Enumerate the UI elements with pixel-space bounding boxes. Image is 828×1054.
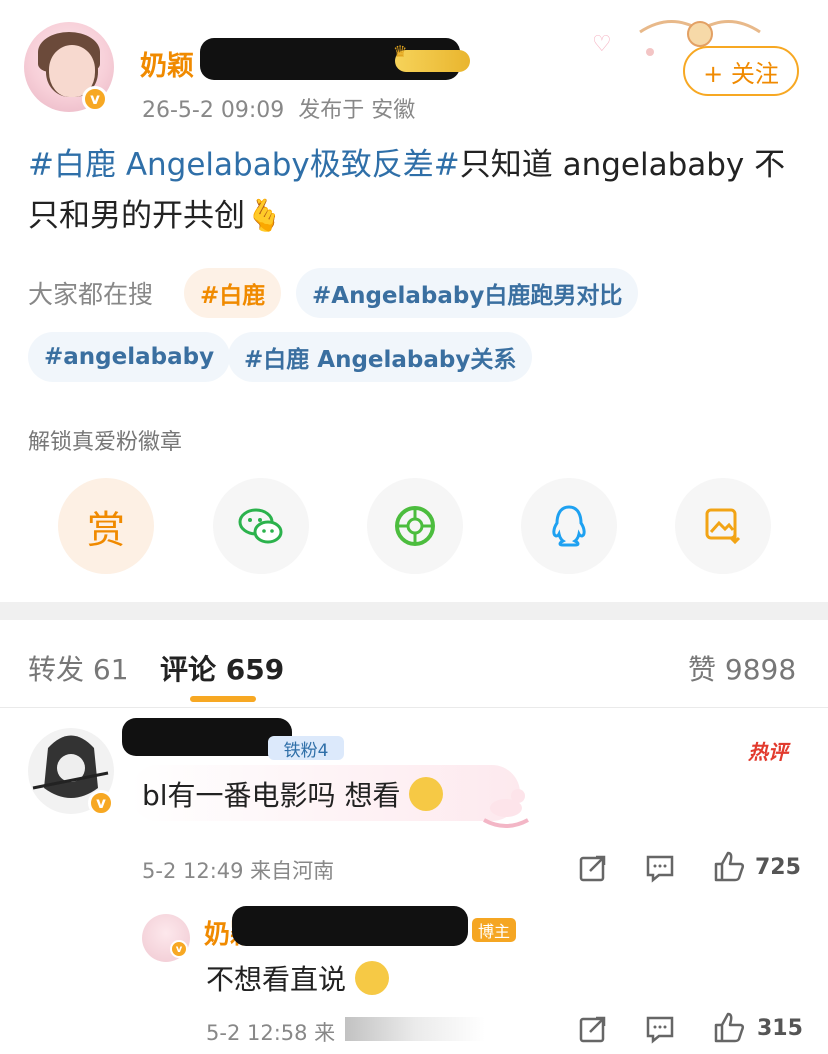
blurred-text-overlay <box>345 1017 485 1041</box>
author-name[interactable]: 奶颖 <box>140 44 194 83</box>
share-moments-button[interactable] <box>367 478 463 574</box>
reply-icon[interactable] <box>645 1014 675 1044</box>
trending-search-label: 大家都在搜 <box>28 280 154 309</box>
crying-face-emoji <box>354 961 389 995</box>
verified-badge: v <box>170 940 188 958</box>
topic-tag-link[interactable]: #白鹿 Angelababy极致反差# <box>28 147 460 183</box>
reward-button[interactable]: 赏 <box>58 478 154 574</box>
search-chip[interactable]: #angelababy <box>28 332 231 382</box>
repost-icon[interactable] <box>578 1014 608 1044</box>
fan-level-badge: 铁粉4 <box>268 736 344 761</box>
unlock-fan-badge-link[interactable]: 解锁真爱粉徽章 <box>28 424 182 456</box>
follow-button[interactable]: + 关注 <box>683 46 799 96</box>
redaction-mark <box>122 718 292 756</box>
verified-badge: v <box>82 86 108 112</box>
post-location: 发布于 安徽 <box>298 98 416 123</box>
post-body: #白鹿 Angelababy极致反差#只知道 angelababy 不只和男的开… <box>28 140 808 242</box>
comment-meta: 5-2 12:49 来自河南 <box>142 859 335 883</box>
finger-heart-emoji: 🫰 <box>245 198 284 234</box>
like-count: 725 <box>755 855 801 880</box>
share-wechat-button[interactable] <box>213 478 309 574</box>
like-count: 315 <box>757 1016 803 1041</box>
moments-icon <box>395 506 435 546</box>
reply-text: 不想看直说 <box>206 958 389 998</box>
like-icon[interactable] <box>712 1011 746 1045</box>
rocking-horse-decoration-icon <box>483 789 529 828</box>
tab-divider <box>0 707 828 708</box>
tab-likes[interactable]: 赞 9898 <box>688 648 796 688</box>
qq-icon <box>552 505 586 547</box>
pleading-face-emoji <box>409 777 444 811</box>
search-chip[interactable]: #Angelababy白鹿跑男对比 <box>296 268 639 318</box>
post-timestamp: 26-5-2 09:09 <box>142 98 285 123</box>
save-image-icon <box>705 508 741 545</box>
search-chip[interactable]: #白鹿 <box>184 268 282 318</box>
heart-decoration-icon: ♡ <box>592 32 612 57</box>
tab-repost[interactable]: 转发 61 <box>28 648 129 688</box>
reply-icon[interactable] <box>645 853 675 883</box>
post-meta: 26-5-2 09:09 发布于 安徽 <box>142 92 415 124</box>
comment-text: bl有一番电影吗 想看 <box>142 774 444 814</box>
hot-comment-badge: 热评 <box>748 740 788 764</box>
like-icon[interactable] <box>712 850 746 884</box>
author-avatar[interactable]: v <box>24 22 114 112</box>
verified-badge: v <box>88 790 114 816</box>
active-tab-indicator <box>190 696 256 702</box>
reply-meta: 5-2 12:58 来 <box>206 1021 336 1045</box>
share-qq-button[interactable] <box>521 478 617 574</box>
section-divider <box>0 602 828 620</box>
wechat-icon <box>238 508 283 544</box>
redaction-mark <box>232 906 468 946</box>
crown-badge-icon: ♛ <box>393 42 470 72</box>
search-chip[interactable]: #白鹿 Angelababy关系 <box>228 332 533 382</box>
save-image-button[interactable] <box>675 478 771 574</box>
repost-icon[interactable] <box>578 853 608 883</box>
blogger-badge: 博主 <box>472 918 516 942</box>
tab-comments[interactable]: 评论 659 <box>160 648 284 688</box>
reward-icon: 赏 <box>86 507 125 552</box>
